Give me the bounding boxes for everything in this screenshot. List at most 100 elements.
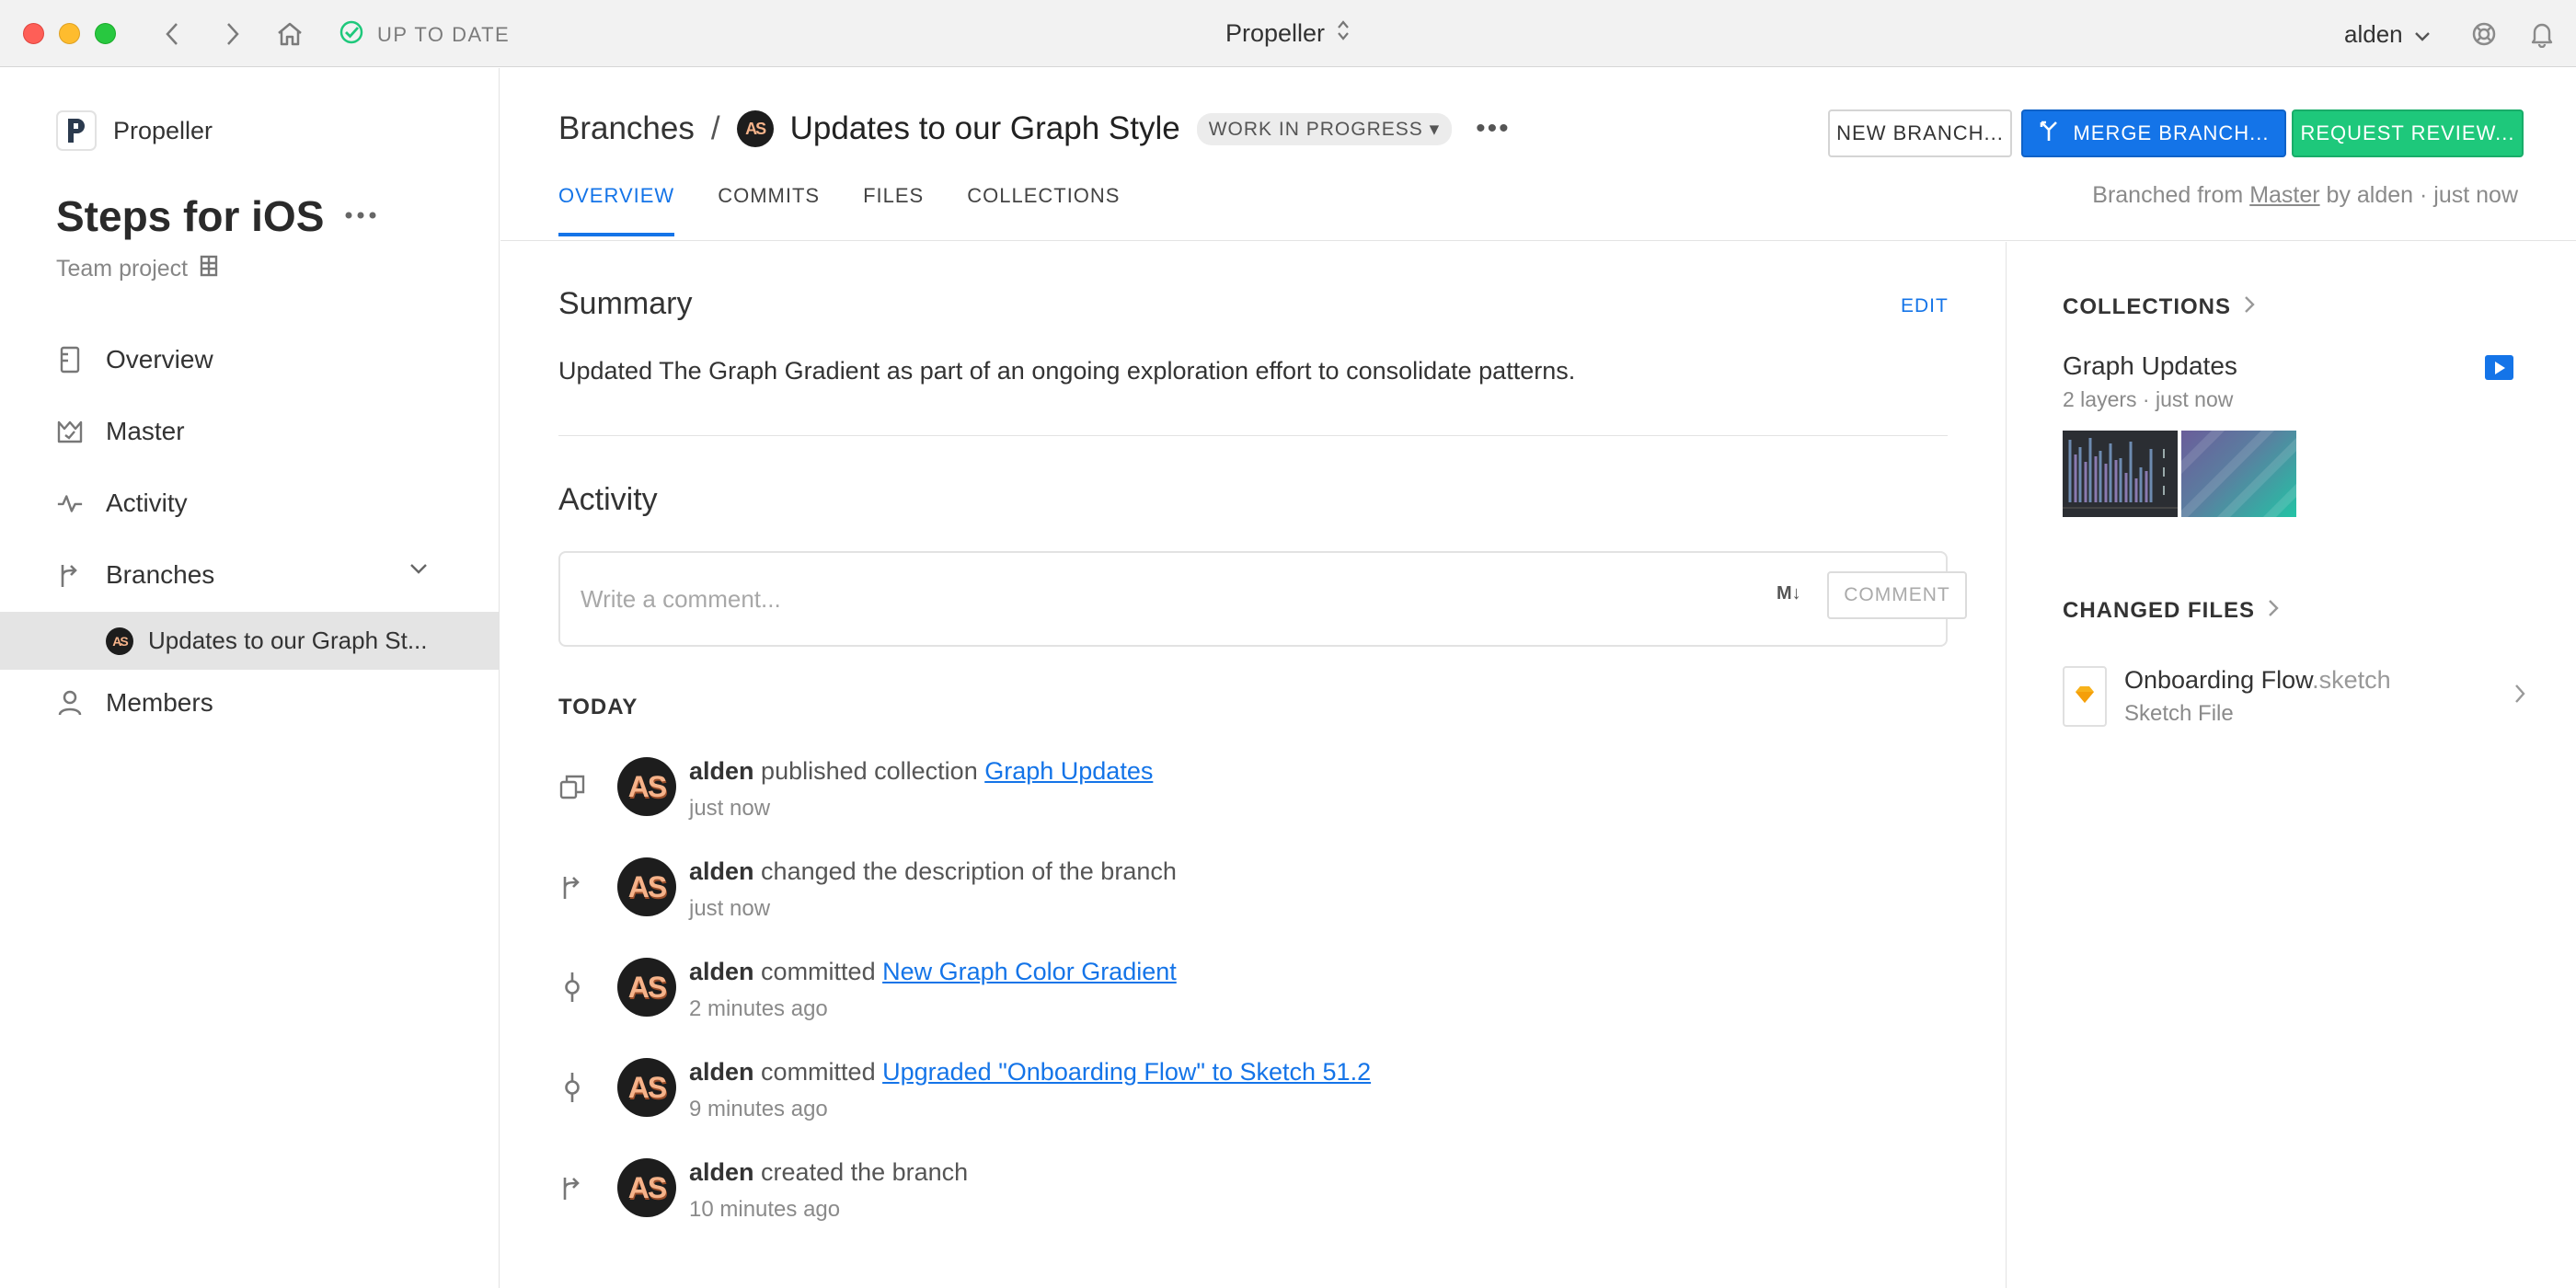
file-basename: Onboarding Flow (2124, 666, 2313, 694)
request-review-button[interactable]: REQUEST REVIEW... (2292, 109, 2524, 157)
activity-text: alden changed the description of the bra… (689, 857, 1177, 886)
activity-action: committed (761, 1058, 876, 1086)
branch-origin-prefix: Branched from (2092, 182, 2244, 208)
file-name: Onboarding Flow.sketch (2124, 666, 2391, 695)
team-switcher[interactable]: Propeller (56, 110, 213, 151)
sidebar-item-label: Updates to our Graph St... (148, 627, 428, 654)
bell-icon[interactable] (2526, 18, 2558, 50)
file-type: Sketch File (2124, 701, 2234, 726)
sidebar-item-activity[interactable]: Activity (56, 489, 188, 518)
back-icon[interactable] (157, 18, 189, 50)
activity-day-label: TODAY (558, 695, 638, 719)
sidebar-item-current-branch[interactable]: AS Updates to our Graph St... (0, 612, 499, 670)
activity-user[interactable]: alden (689, 1058, 754, 1086)
collections-heading: COLLECTIONS (2063, 294, 2231, 319)
collection-thumbnail[interactable] (2181, 431, 2296, 517)
section-divider (558, 435, 1948, 436)
avatar: AS (617, 1058, 676, 1117)
tab-files[interactable]: FILES (863, 184, 924, 236)
document-icon (56, 346, 84, 374)
play-icon[interactable] (2485, 355, 2513, 380)
activity-text: alden published collection Graph Updates (689, 757, 1153, 786)
merge-branch-button[interactable]: MERGE BRANCH... (2021, 109, 2286, 157)
markdown-icon[interactable]: M↓ (1777, 583, 1801, 604)
summary-heading: Summary (558, 286, 693, 321)
branch-origin: Branched from Master by alden · just now (2092, 182, 2518, 209)
activity-pulse-icon (56, 489, 84, 517)
merge-branch-label: MERGE BRANCH... (2073, 121, 2270, 144)
activity-user[interactable]: alden (689, 857, 754, 885)
collections-heading-link[interactable]: COLLECTIONS (2063, 294, 2255, 320)
branch-icon (56, 561, 84, 589)
chevron-down-icon (2414, 20, 2431, 49)
breadcrumb-branches-link[interactable]: Branches (558, 110, 695, 147)
window-close-button[interactable] (23, 23, 44, 44)
activity-action: published collection (761, 757, 978, 785)
activity-text: alden created the branch (689, 1158, 968, 1187)
activity-text: alden committed New Graph Color Gradient (689, 958, 1177, 986)
collection-title[interactable]: Graph Updates (2063, 351, 2237, 381)
help-icon[interactable] (2468, 18, 2500, 50)
team-name: Propeller (113, 116, 213, 144)
sidebar-item-label: Members (106, 688, 213, 717)
overview-panel: Summary EDIT Updated The Graph Gradient … (500, 242, 2005, 1288)
check-circle-icon (339, 19, 364, 50)
avatar: AS (617, 958, 676, 1017)
forward-icon[interactable] (216, 18, 247, 50)
changed-files-heading: CHANGED FILES (2063, 598, 2256, 623)
activity-action: changed the description of the branch (761, 857, 1177, 885)
tab-collections[interactable]: COLLECTIONS (967, 184, 1120, 236)
more-options-icon[interactable]: ••• (1476, 113, 1511, 144)
branch-icon (558, 1169, 586, 1206)
commit-icon (558, 1069, 586, 1106)
edit-summary-button[interactable]: EDIT (1901, 295, 1949, 317)
changed-files-heading-link[interactable]: CHANGED FILES (2063, 598, 2279, 624)
branch-source-link[interactable]: Master (2249, 182, 2319, 208)
breadcrumb-separator: / (710, 110, 720, 146)
window-titlebar: UP TO DATE Propeller alden (0, 0, 2576, 67)
sidebar-item-label: Activity (106, 489, 188, 517)
building-icon (199, 255, 219, 283)
activity-time: 2 minutes ago (689, 996, 828, 1021)
window-minimize-button[interactable] (59, 23, 80, 44)
home-icon[interactable] (274, 18, 305, 50)
activity-link[interactable]: New Graph Color Gradient (882, 958, 1177, 985)
window-maximize-button[interactable] (95, 23, 116, 44)
new-branch-button[interactable]: NEW BRANCH... (1828, 109, 2012, 157)
activity-link[interactable]: Graph Updates (984, 757, 1153, 785)
person-icon (56, 689, 84, 717)
activity-time: just now (689, 896, 771, 921)
activity-link[interactable]: Upgraded "Onboarding Flow" to Sketch 51.… (882, 1058, 1371, 1086)
activity-item: AS alden committed Upgraded "Onboarding … (558, 1058, 1948, 1141)
collection-thumbnail[interactable] (2063, 431, 2178, 517)
branch-header: Branches / AS Updates to our Graph Style… (500, 68, 2576, 241)
project-more-icon[interactable] (344, 208, 377, 224)
sidebar-item-overview[interactable]: Overview (56, 345, 213, 374)
sync-status-label: UP TO DATE (377, 22, 511, 46)
user-menu-label: alden (2344, 20, 2403, 48)
activity-user[interactable]: alden (689, 757, 754, 785)
branches-expand-chevron-icon[interactable] (408, 562, 429, 580)
branch-details-panel: COLLECTIONS Graph Updates 2 layers · jus… (2006, 242, 2576, 1288)
tab-commits[interactable]: COMMITS (718, 184, 820, 236)
breadcrumb: Branches / AS Updates to our Graph Style… (558, 110, 1511, 147)
activity-user[interactable]: alden (689, 958, 754, 985)
crown-icon (56, 418, 84, 445)
comment-input[interactable] (581, 579, 1731, 619)
activity-user[interactable]: alden (689, 1158, 754, 1186)
activity-text: alden committed Upgraded "Onboarding Flo… (689, 1058, 1371, 1087)
tab-overview[interactable]: OVERVIEW (558, 184, 675, 236)
status-badge[interactable]: WORK IN PROGRESS ▾ (1196, 112, 1453, 145)
app-switcher[interactable]: Propeller (1196, 18, 1380, 49)
sidebar: Propeller Steps for iOS Team project Ove… (0, 68, 500, 1288)
chevron-right-icon (2244, 294, 2255, 320)
comment-composer: M↓ COMMENT (558, 551, 1967, 647)
changed-file-item[interactable]: Onboarding Flow.sketch Sketch File (2063, 666, 2525, 740)
sidebar-item-members[interactable]: Members (56, 688, 213, 718)
comment-button[interactable]: COMMENT (1827, 571, 1967, 619)
sidebar-item-branches[interactable]: Branches (56, 560, 214, 590)
branch-origin-suffix: by alden · just now (2326, 182, 2518, 208)
chevron-right-icon (2268, 598, 2279, 624)
sidebar-item-master[interactable]: Master (56, 417, 185, 446)
user-menu[interactable]: alden (2344, 20, 2431, 49)
